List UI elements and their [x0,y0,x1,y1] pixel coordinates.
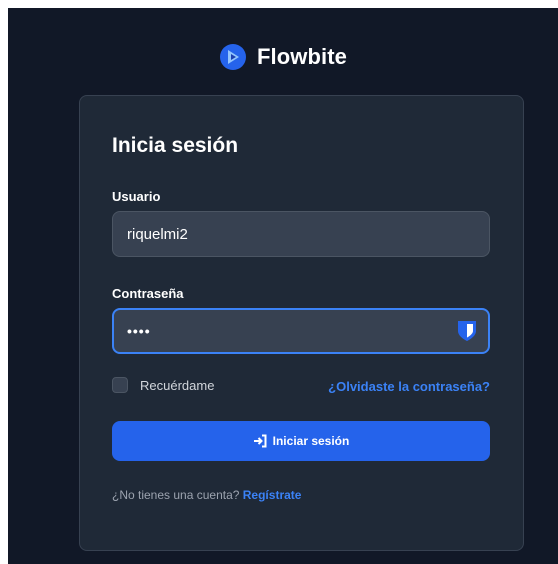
remember-label: Recuérdame [140,377,215,393]
flowbite-logo-icon [219,44,246,70]
remember-checkbox[interactable] [112,377,128,393]
page-title: Inicia sesión [112,134,239,157]
username-input[interactable]: riquelmi2 [112,211,490,257]
brand-name: Flowbite [256,44,347,69]
signup-prompt: ¿No tienes una cuenta? Regístrate [112,488,301,502]
password-label: Contraseña [112,286,184,301]
bitwarden-shield-icon[interactable] [456,319,478,343]
password-input[interactable]: •••• [112,308,490,354]
login-button-label: Iniciar sesión [272,434,350,448]
password-masked-value: •••• [127,323,151,339]
login-button[interactable]: Iniciar sesión [112,421,490,461]
login-page: Flowbite Inicia sesión Usuario riquelmi2… [8,8,558,564]
username-value: riquelmi2 [127,225,188,243]
username-label: Usuario [112,189,161,204]
signup-text: ¿No tienes una cuenta? [112,488,240,502]
login-arrow-icon [253,434,267,448]
forgot-password-link[interactable]: ¿Olvidaste la contraseña? [328,379,490,394]
login-card: Inicia sesión Usuario riquelmi2 Contrase… [79,95,524,551]
signup-link[interactable]: Regístrate [243,488,302,502]
remember-me[interactable]: Recuérdame [112,377,214,393]
brand-header[interactable]: Flowbite [8,40,558,74]
